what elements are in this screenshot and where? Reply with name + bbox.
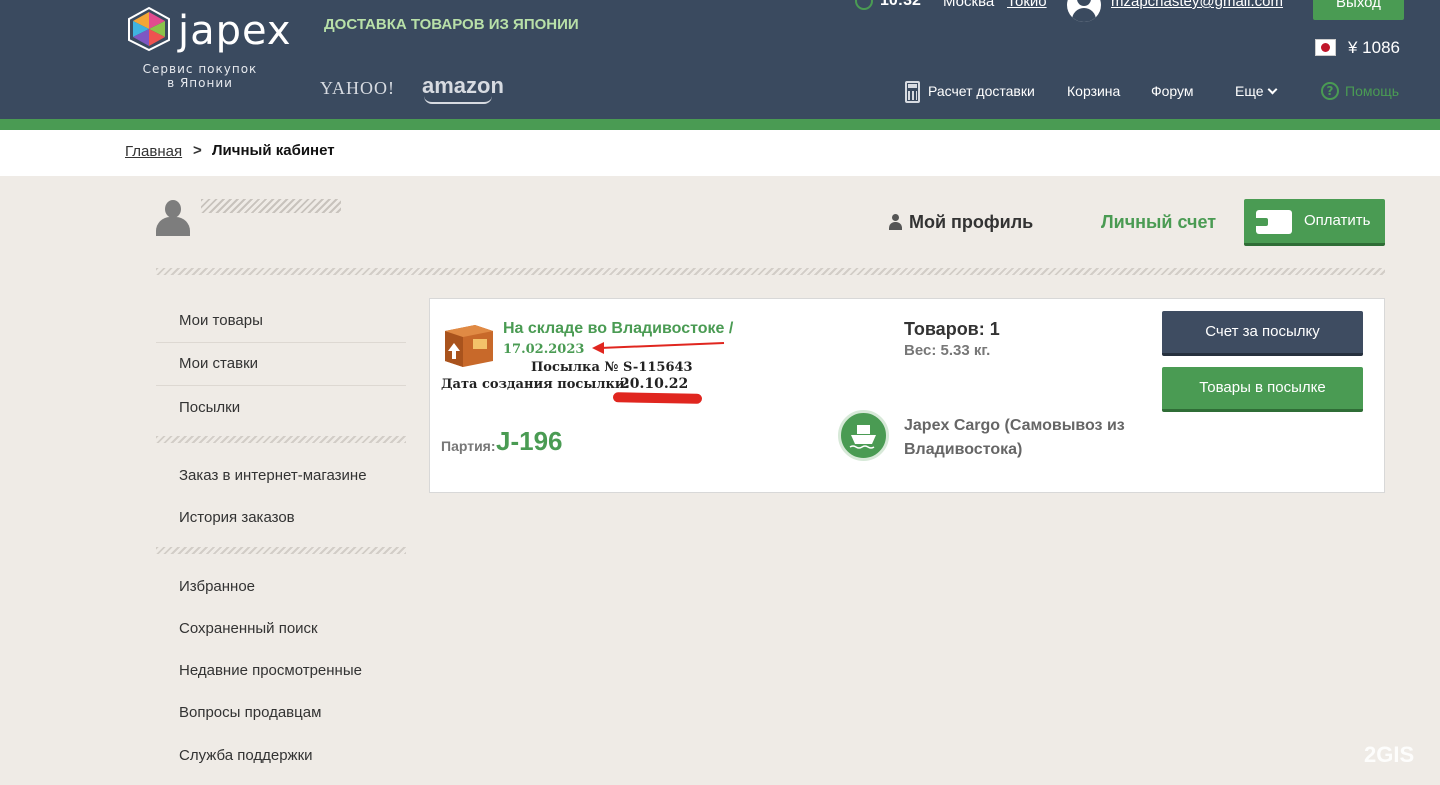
2gis-watermark: 2GIS bbox=[1364, 742, 1415, 767]
parcel-invoice-button[interactable]: Счет за посылку bbox=[1162, 311, 1363, 356]
nav-help[interactable]: Помощь bbox=[1345, 83, 1399, 99]
batch-label: Партия: bbox=[441, 438, 496, 454]
parcel-weight: Вес: 5.33 кг. bbox=[904, 342, 991, 359]
sidebar-item-seller-questions[interactable]: Вопросы продавцам bbox=[179, 704, 321, 721]
delivery-method: Japex Cargo (Самовывоз из Владивостока) bbox=[904, 417, 1125, 458]
pay-button-label: Оплатить bbox=[1304, 212, 1371, 229]
package-box-icon bbox=[445, 325, 493, 367]
city-moscow: Москва bbox=[943, 0, 995, 10]
sidebar-divider bbox=[156, 342, 406, 343]
sidebar-item-order-history[interactable]: История заказов bbox=[179, 509, 295, 526]
parcel-status[interactable]: На складе во Владивостоке / bbox=[503, 320, 733, 338]
sidebar-group-divider bbox=[156, 547, 406, 554]
chevron-down-icon bbox=[1267, 84, 1277, 95]
sidebar-item-favorites[interactable]: Избранное bbox=[179, 578, 255, 595]
pay-button[interactable]: Оплатить bbox=[1244, 199, 1385, 246]
batch-value: J-196 bbox=[496, 426, 563, 456]
profile-avatar bbox=[156, 200, 190, 236]
header-accent-line bbox=[0, 119, 1440, 130]
annotation-underline bbox=[612, 392, 703, 404]
sidebar-item-support[interactable]: Служба поддержки bbox=[179, 747, 313, 764]
help-icon[interactable]: ? bbox=[1321, 82, 1339, 100]
wallet-icon bbox=[1256, 210, 1292, 234]
current-time: 10:32 bbox=[880, 0, 921, 9]
breadcrumb-current: Личный кабинет bbox=[212, 142, 335, 159]
user-email-link[interactable]: mzapchastey@gmail.com bbox=[1111, 0, 1283, 10]
breadcrumb-separator: > bbox=[193, 142, 202, 159]
calculator-icon[interactable] bbox=[905, 81, 920, 103]
logo-subtitle-line2: в Японии bbox=[167, 76, 233, 90]
goods-count: Товаров: 1 bbox=[904, 319, 1000, 339]
parcel-items-button[interactable]: Товары в посылке bbox=[1162, 367, 1363, 412]
sidebar-item-shop-order[interactable]: Заказ в интернет-магазине bbox=[179, 467, 367, 484]
logo-wordmark: japex bbox=[178, 8, 292, 54]
logo-subtitle: Сервис покупок в Японии bbox=[126, 62, 274, 90]
breadcrumb-home-link[interactable]: Главная bbox=[125, 143, 182, 160]
my-profile-link[interactable]: Мой профиль bbox=[909, 212, 1033, 233]
hidden-username bbox=[201, 199, 341, 213]
yen-balance[interactable]: ¥ 1086 bbox=[1348, 38, 1400, 58]
parcel-number: Посылка № S-115643 bbox=[531, 360, 693, 375]
user-avatar-icon[interactable] bbox=[1067, 0, 1101, 22]
sidebar-item-saved-search[interactable]: Сохраненный поиск bbox=[179, 620, 318, 637]
sidebar-item-my-goods[interactable]: Мои товары bbox=[179, 312, 263, 329]
sidebar-item-recently-viewed[interactable]: Недавние просмотренные bbox=[179, 662, 362, 679]
nav-cart[interactable]: Корзина bbox=[1067, 83, 1120, 99]
section-divider bbox=[156, 268, 1385, 275]
personal-account-link[interactable]: Личный счет bbox=[1101, 212, 1216, 233]
sidebar-divider bbox=[156, 385, 406, 386]
sidebar-item-parcels[interactable]: Посылки bbox=[179, 399, 240, 416]
parcel-status-date: 17.02.2023 bbox=[503, 342, 585, 357]
logo-subtitle-line1: Сервис покупок bbox=[142, 62, 258, 76]
ship-icon bbox=[838, 410, 889, 461]
yahoo-logo[interactable]: YAHOO! bbox=[320, 78, 395, 99]
nav-delivery-calc[interactable]: Расчет доставки bbox=[928, 83, 1035, 99]
header-tagline: ДОСТАВКА ТОВАРОВ ИЗ ЯПОНИИ bbox=[324, 16, 579, 33]
logout-button[interactable]: Выход bbox=[1313, 0, 1404, 20]
annotation-arrow-icon bbox=[592, 342, 725, 354]
sidebar-group-divider bbox=[156, 436, 406, 443]
sidebar-item-my-bids[interactable]: Мои ставки bbox=[179, 355, 258, 372]
city-tokyo[interactable]: Токио bbox=[1007, 0, 1047, 10]
logo-cube-icon bbox=[128, 6, 170, 52]
nav-more[interactable]: Еще bbox=[1235, 83, 1277, 99]
nav-more-label: Еще bbox=[1235, 83, 1264, 99]
created-date-value: 20.10.22 bbox=[620, 376, 689, 392]
created-date-label: Дата создания посылки: bbox=[441, 377, 630, 392]
person-icon bbox=[888, 214, 902, 230]
nav-forum[interactable]: Форум bbox=[1151, 83, 1194, 99]
japan-flag-icon bbox=[1315, 39, 1336, 56]
site-logo[interactable]: japex Сервис покупок в Японии bbox=[126, 6, 291, 96]
amazon-smile-icon bbox=[424, 96, 492, 104]
